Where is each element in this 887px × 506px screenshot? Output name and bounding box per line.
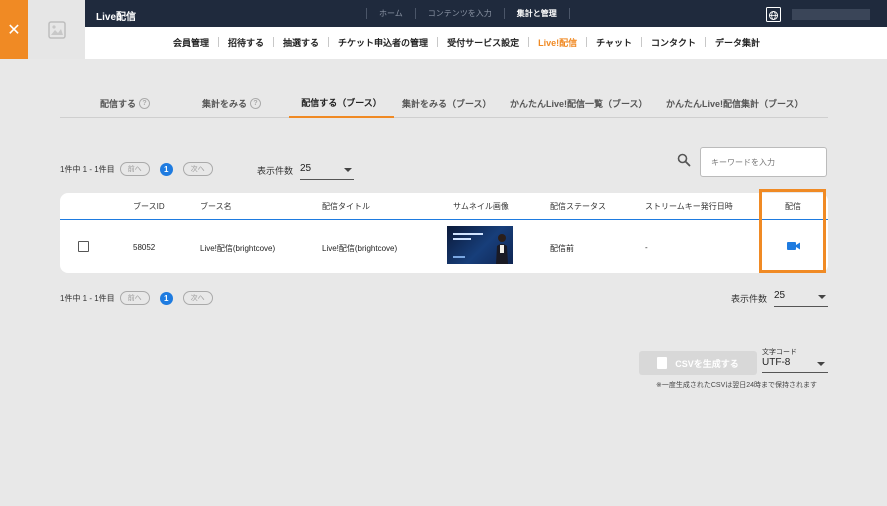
perpage-label: 表示件数 <box>257 166 294 176</box>
csv-note: ※一度生成されたCSVは翌日24時まで保持されます <box>656 382 818 389</box>
user-account[interactable] <box>792 9 870 20</box>
globe-icon[interactable] <box>766 7 781 22</box>
header-booth-id: ブースID <box>133 202 165 211</box>
nav-invite[interactable]: 招待する <box>219 36 273 49</box>
next-button[interactable]: 次へ <box>182 162 213 176</box>
nav-ticket-applicants[interactable]: チケット申込者の管理 <box>329 36 437 49</box>
tab-aggregate-booth[interactable]: 集計をみる（ブース） <box>402 88 492 118</box>
tab-bar: 配信する? 集計をみる? 配信する（ブース） 集計をみる（ブース） かんたんLi… <box>60 88 828 118</box>
table-header-divider <box>60 219 828 220</box>
page-number[interactable]: 1 <box>159 291 173 305</box>
cell-booth-id: 58052 <box>133 243 156 252</box>
stream-column-highlight <box>759 189 826 273</box>
prev-button[interactable]: 前へ <box>119 162 150 176</box>
perpage-select[interactable]: 25 <box>774 289 828 307</box>
tab-easy-live-aggregate-booth[interactable]: かんたんLive!配信集計（ブース） <box>666 88 804 118</box>
document-icon <box>657 357 668 369</box>
cell-stream-key-date: - <box>645 243 648 252</box>
header-thumbnail: サムネイル画像 <box>453 202 509 211</box>
image-placeholder-icon <box>47 20 66 39</box>
nav-contact[interactable]: コンタクト <box>642 36 705 49</box>
perpage-select[interactable]: 25 <box>300 162 354 180</box>
nav-live-streaming[interactable]: Live!配信 <box>529 36 586 49</box>
app-title: Live配信 <box>96 12 137 23</box>
cell-booth-name: Live!配信(brightcove) <box>200 244 276 253</box>
charset-select[interactable]: UTF-8 <box>762 356 828 373</box>
next-button[interactable]: 次へ <box>182 291 213 305</box>
nav-reception-settings[interactable]: 受付サービス設定 <box>438 36 528 49</box>
nav-chat[interactable]: チャット <box>587 36 641 49</box>
tab-easy-live-list-booth[interactable]: かんたんLive!配信一覧（ブース） <box>510 88 648 118</box>
header-stream-title: 配信タイトル <box>322 202 370 211</box>
pagination-bottom: 1件中 1 - 1件目 前へ 1 次へ <box>60 291 213 305</box>
close-button[interactable]: ✕ <box>0 0 28 59</box>
header-stream-key-date: ストリームキー発行日時 <box>645 202 733 211</box>
nav-member-management[interactable]: 会員管理 <box>164 36 218 49</box>
page-number[interactable]: 1 <box>159 162 173 176</box>
header-stream-status: 配信ステータス <box>550 202 606 211</box>
row-checkbox[interactable] <box>78 241 89 252</box>
header-booth-name: ブース名 <box>200 202 232 211</box>
help-icon[interactable]: ? <box>139 97 151 109</box>
topnav-home[interactable]: ホーム <box>367 8 415 19</box>
tab-aggregate[interactable]: 集計をみる? <box>202 88 262 118</box>
cell-stream-status: 配信前 <box>550 244 574 253</box>
video-camera-icon[interactable] <box>787 241 800 251</box>
app-logo <box>28 0 85 59</box>
generate-csv-button[interactable]: CSVを生成する <box>639 351 757 375</box>
tab-stream-booth[interactable]: 配信する（ブース） <box>289 88 394 118</box>
topnav-content-input[interactable]: コンテンツを入力 <box>416 8 504 19</box>
top-nav: ホーム コンテンツを入力 集計と管理 <box>366 0 570 27</box>
prev-button[interactable]: 前へ <box>119 291 150 305</box>
pagination-info: 1件中 1 - 1件目 <box>60 164 115 174</box>
pagination-top: 1件中 1 - 1件目 前へ 1 次へ <box>60 162 213 176</box>
chevron-down-icon <box>817 362 825 366</box>
pagination-info: 1件中 1 - 1件目 <box>60 293 115 303</box>
nav-data-aggregate[interactable]: データ集計 <box>706 36 769 49</box>
search-input[interactable] <box>700 147 827 177</box>
search-icon[interactable] <box>677 153 691 167</box>
nav-lottery[interactable]: 抽選する <box>274 36 328 49</box>
topnav-aggregate-manage[interactable]: 集計と管理 <box>505 8 569 19</box>
close-icon: ✕ <box>7 21 21 39</box>
main-nav: 会員管理 招待する 抽選する チケット申込者の管理 受付サービス設定 Live!… <box>164 27 769 57</box>
perpage-label: 表示件数 <box>731 294 768 304</box>
chevron-down-icon <box>344 168 352 172</box>
help-icon[interactable]: ? <box>250 97 262 109</box>
tab-stream[interactable]: 配信する? <box>100 88 151 118</box>
cell-stream-title: Live!配信(brightcove) <box>322 244 398 253</box>
thumbnail-image <box>447 226 513 264</box>
chevron-down-icon <box>818 295 826 299</box>
